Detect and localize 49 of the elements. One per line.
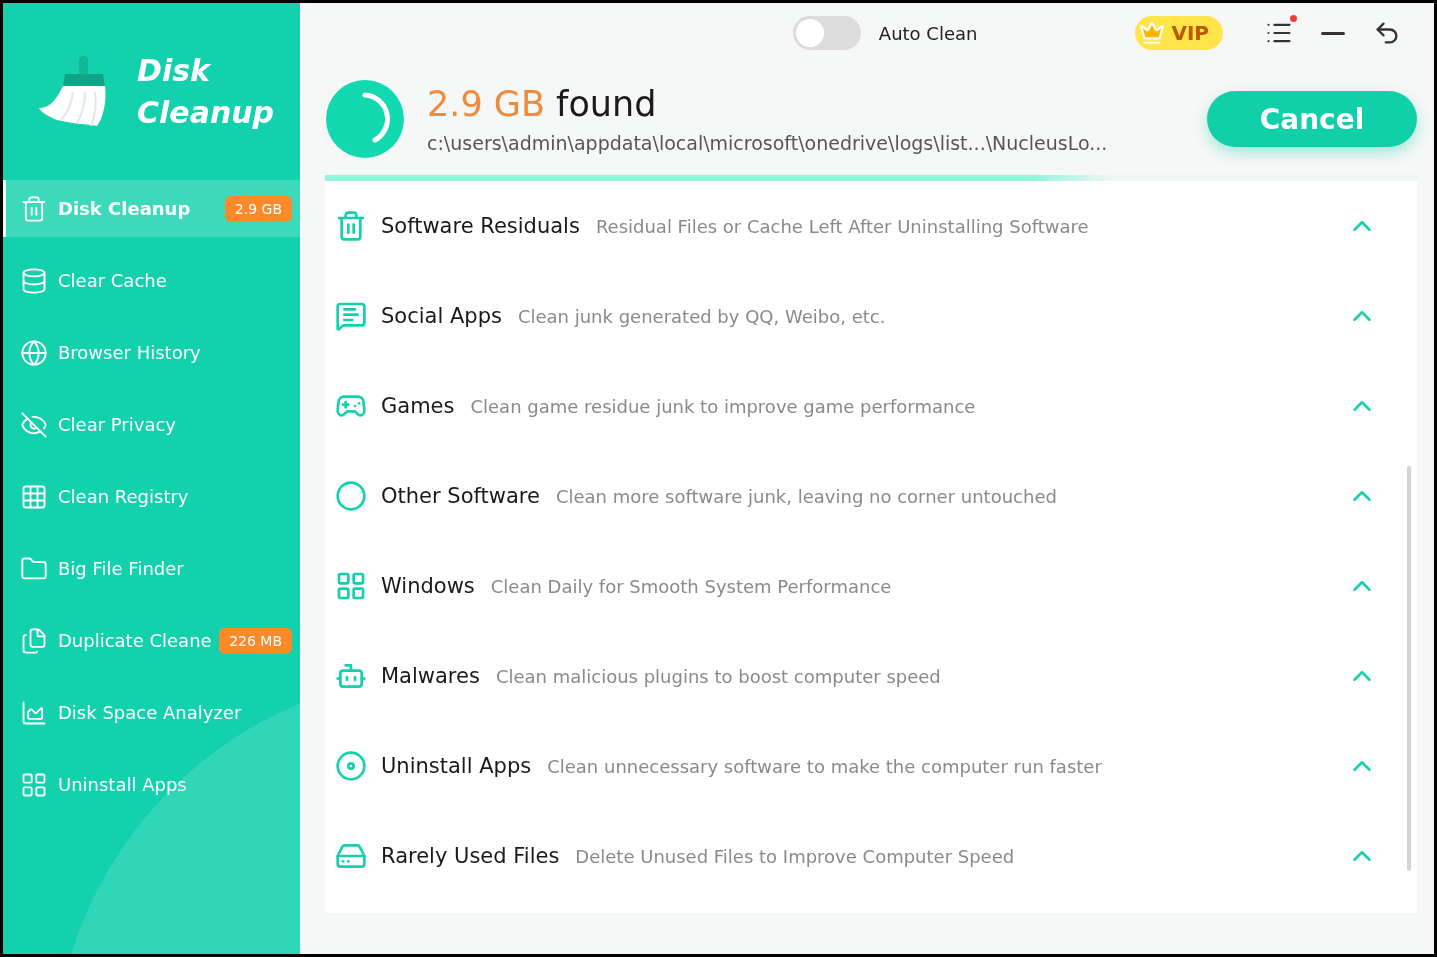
scrollbar[interactable] bbox=[1407, 466, 1411, 871]
auto-clean-toggle[interactable] bbox=[792, 16, 861, 50]
category-name: Uninstall Apps bbox=[381, 754, 532, 778]
sidebar-item[interactable]: Browser History bbox=[3, 324, 300, 381]
sidebar-item[interactable]: Clean Registry bbox=[3, 468, 300, 525]
category-name: Rarely Used Files bbox=[381, 844, 560, 868]
category-name: Social Apps bbox=[381, 304, 502, 328]
database-icon bbox=[20, 266, 48, 295]
trash-icon bbox=[335, 210, 367, 242]
category-name: Windows bbox=[381, 574, 475, 598]
scanning-spinner-icon bbox=[325, 79, 405, 159]
chat-icon bbox=[335, 300, 367, 332]
sidebar-item[interactable]: Disk Space Analyzer bbox=[3, 684, 300, 741]
eye-off-icon bbox=[20, 410, 48, 439]
auto-clean-label: Auto Clean bbox=[878, 22, 978, 44]
category-description: Residual Files or Cache Left After Uninstalling Software bbox=[595, 215, 1090, 237]
documents-icon bbox=[20, 626, 48, 655]
app-title: Disk bbox=[137, 51, 212, 90]
disc-icon bbox=[335, 750, 367, 782]
category-description: Clean Daily for Smooth System Performance bbox=[490, 575, 893, 597]
category-description: Clean more software junk, leaving no corner untouched bbox=[555, 485, 1058, 507]
app-title: Cleanup bbox=[137, 93, 275, 132]
sidebar-item[interactable]: Clear Privacy bbox=[3, 396, 300, 453]
trash-icon bbox=[20, 194, 48, 223]
minimize-icon bbox=[1321, 31, 1345, 35]
size-badge: 226 MB bbox=[219, 627, 292, 654]
category-name: Software Residuals bbox=[381, 214, 580, 238]
category-description: Clean malicious plugins to boost computer speed bbox=[495, 665, 942, 687]
grid-icon bbox=[335, 570, 367, 602]
sidebar-item[interactable]: Big File Finder bbox=[3, 540, 300, 597]
vip-button[interactable]: VIP bbox=[1135, 16, 1223, 50]
size-badge: 2.9 GB bbox=[224, 195, 292, 222]
category-name: Games bbox=[381, 394, 455, 418]
crown-icon bbox=[1139, 20, 1166, 46]
globe-icon bbox=[20, 338, 48, 367]
category-description: Clean unnecessary software to make the computer run faster bbox=[547, 755, 1103, 777]
sidebar-item[interactable]: Duplicate Cleane 226 MB bbox=[3, 612, 300, 669]
category-description: Delete Unused Files to Improve Computer Speed bbox=[575, 845, 1016, 867]
category-name: Malwares bbox=[381, 664, 480, 688]
ring-icon bbox=[335, 480, 367, 512]
cancel-button[interactable]: Cancel bbox=[1207, 91, 1417, 147]
category-name: Other Software bbox=[381, 484, 540, 508]
sidebar-item[interactable]: Clear Cache bbox=[3, 252, 300, 309]
sidebar-item[interactable]: Disk Cleanup 2.9 GB bbox=[3, 180, 300, 237]
scan-path: c:\users\admin\appdata\local\microsoft\onedrive\logs\list...\NucleusLo... bbox=[427, 132, 1109, 154]
sidebar-item[interactable]: Uninstall Apps bbox=[3, 756, 300, 813]
category-description: Clean game residue junk to improve game performance bbox=[470, 395, 977, 417]
category-description: Clean junk generated by QQ, Weibo, etc. bbox=[517, 305, 887, 327]
found-summary: 2.9 GB found bbox=[427, 84, 658, 124]
